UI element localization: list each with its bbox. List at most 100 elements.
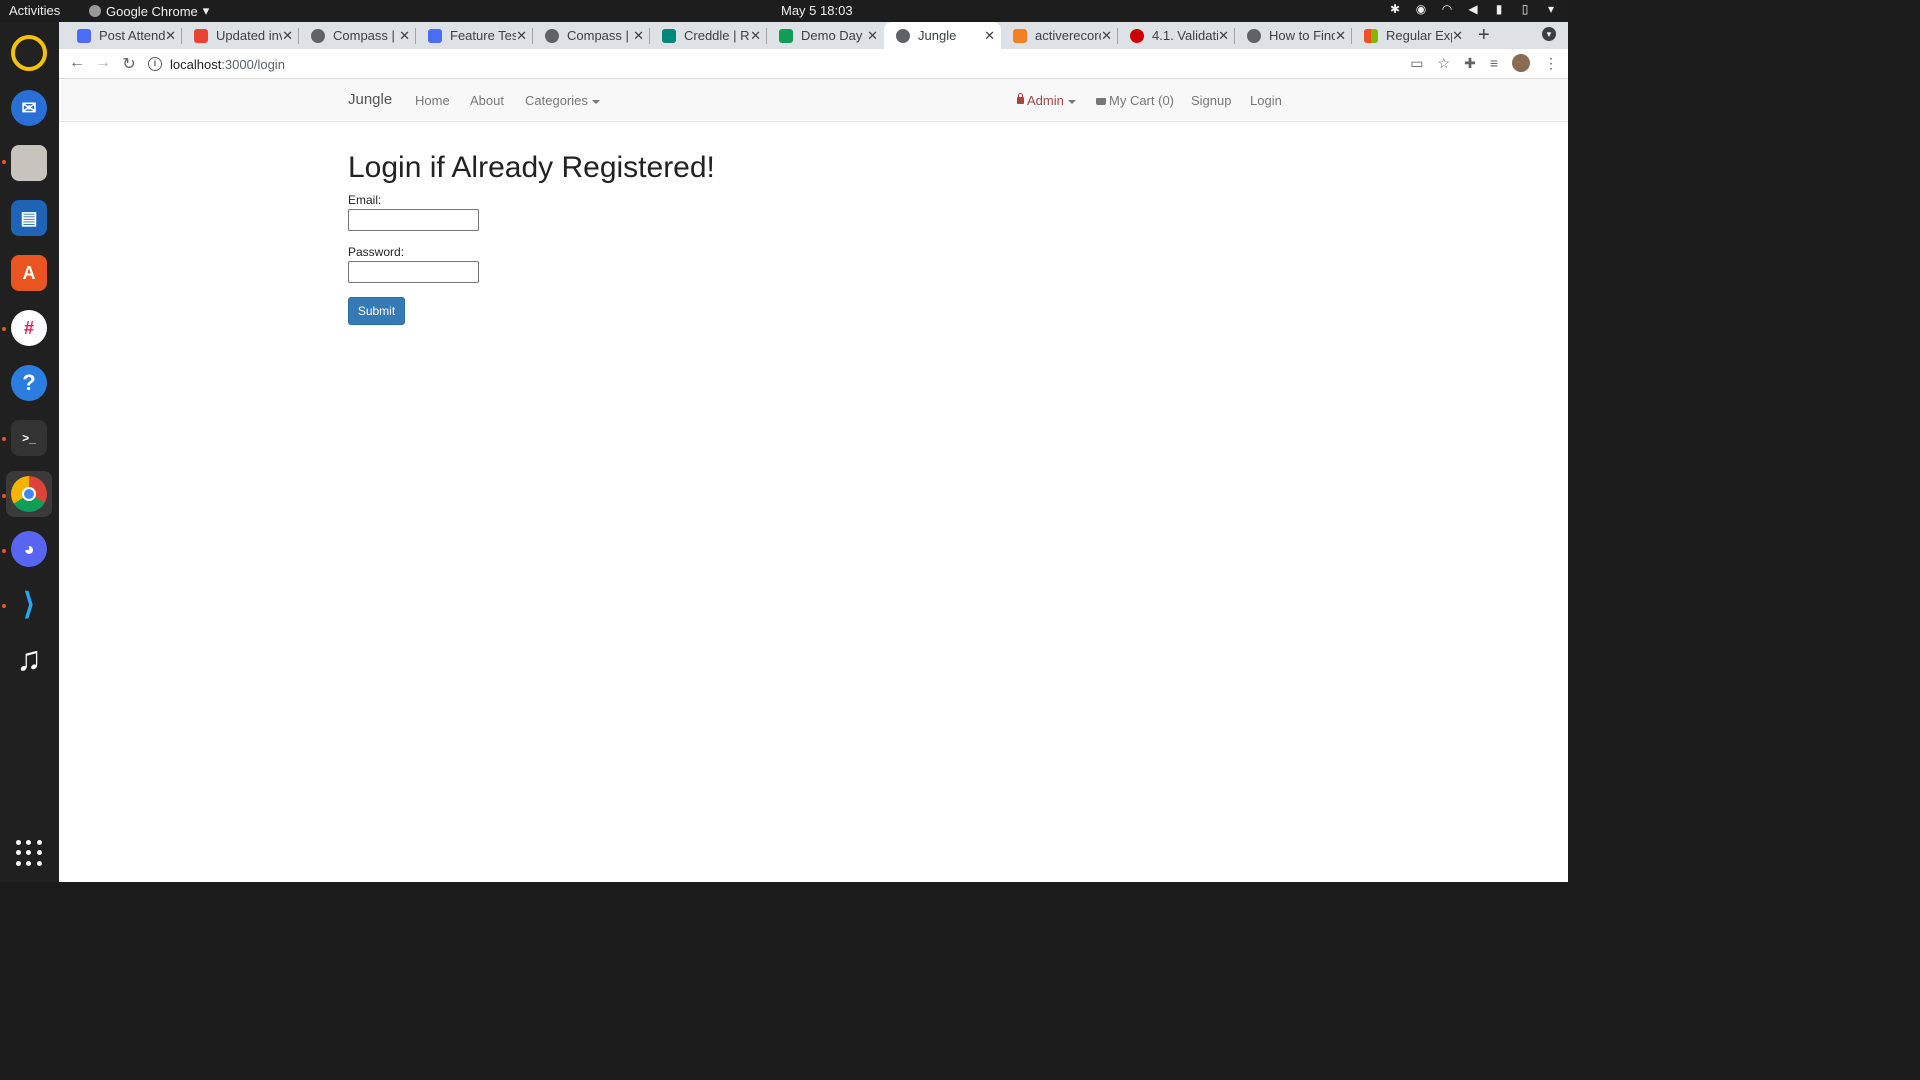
profile-avatar[interactable] bbox=[1512, 54, 1530, 72]
chrome-app-icon bbox=[89, 5, 101, 17]
tab[interactable]: activerecord ✕ bbox=[1001, 22, 1118, 49]
brand-link[interactable]: Jungle bbox=[348, 91, 392, 108]
rhythmbox-icon bbox=[11, 35, 47, 71]
wifi-icon[interactable]: ◠ bbox=[1440, 2, 1454, 16]
tab-title: Post Attendance bbox=[99, 28, 165, 43]
tab-title: Updated inv bbox=[216, 28, 282, 43]
submit-button[interactable]: Submit bbox=[348, 297, 405, 325]
discord-launcher[interactable]: ◕ bbox=[6, 526, 52, 572]
slack-tray-icon[interactable]: ✱ bbox=[1388, 2, 1402, 16]
thunderbird-launcher[interactable]: ✉ bbox=[6, 85, 52, 131]
close-icon[interactable]: ✕ bbox=[1335, 28, 1346, 44]
slack-icon: # bbox=[11, 310, 47, 346]
close-icon[interactable]: ✕ bbox=[1452, 28, 1463, 44]
media-control-icon[interactable]: ≡ bbox=[1490, 55, 1498, 71]
tab-title: Jungle bbox=[918, 28, 957, 43]
tab[interactable]: Demo Day S✕ bbox=[767, 22, 884, 49]
software-launcher[interactable]: A bbox=[6, 250, 52, 296]
nav-admin-label: Admin bbox=[1027, 93, 1064, 108]
password-field[interactable] bbox=[348, 261, 479, 283]
url-text[interactable]: localhost:3000/login bbox=[170, 57, 285, 72]
tab[interactable]: Post Attendance✕ bbox=[65, 22, 182, 49]
close-icon[interactable]: ✕ bbox=[282, 28, 293, 44]
compass-favicon-icon bbox=[311, 28, 325, 43]
close-icon[interactable]: ✕ bbox=[516, 28, 527, 44]
back-button[interactable]: ← bbox=[67, 54, 87, 72]
rhythmbox-launcher[interactable] bbox=[6, 30, 52, 76]
reload-button[interactable]: ↻ bbox=[119, 54, 139, 74]
vscode-launcher[interactable]: ⟩ bbox=[6, 581, 52, 627]
address-bar[interactable]: i localhost:3000/login bbox=[148, 52, 1448, 76]
shopping-cart-icon bbox=[1096, 98, 1106, 105]
tab[interactable]: Updated inv ✕ bbox=[182, 22, 299, 49]
close-icon[interactable]: ✕ bbox=[633, 28, 644, 44]
app-name: Google Chrome bbox=[106, 3, 198, 19]
music-launcher[interactable]: ♫ bbox=[6, 636, 52, 682]
tab[interactable]: 4.1. Validatio✕ bbox=[1118, 22, 1235, 49]
terminal-launcher[interactable]: >_ bbox=[6, 415, 52, 461]
zoom-favicon-icon bbox=[77, 28, 91, 43]
forward-button[interactable]: → bbox=[93, 54, 113, 72]
microphone-icon[interactable]: ▮ bbox=[1492, 2, 1506, 16]
close-icon[interactable]: ✕ bbox=[399, 28, 410, 44]
clock[interactable]: May 5 18:03 bbox=[781, 3, 853, 18]
globe-favicon-icon bbox=[1247, 28, 1261, 43]
close-icon[interactable]: ✕ bbox=[750, 28, 761, 44]
close-icon[interactable]: ✕ bbox=[984, 28, 995, 44]
tab[interactable]: How to Find ✕ bbox=[1235, 22, 1352, 49]
close-icon[interactable]: ✕ bbox=[1218, 28, 1229, 44]
extensions-icon[interactable]: ✚ bbox=[1464, 55, 1476, 72]
tab-strip: Post Attendance✕ Updated inv✕ Compass | … bbox=[59, 22, 1568, 49]
tab-title: Regular Exp bbox=[1386, 28, 1452, 43]
software-center-icon: A bbox=[11, 255, 47, 291]
caret-down-icon bbox=[1067, 99, 1076, 104]
nav-about[interactable]: About bbox=[470, 93, 504, 108]
chrome-launcher[interactable] bbox=[6, 471, 52, 517]
tab[interactable]: Creddle | Re ✕ bbox=[650, 22, 767, 49]
nav-cart[interactable]: My Cart (0) bbox=[1096, 93, 1174, 108]
web-page: Jungle Home About Categories Admin My Ca… bbox=[59, 79, 1568, 882]
globe-favicon-icon bbox=[896, 28, 910, 43]
chevron-down-icon[interactable]: ▾ bbox=[1544, 2, 1558, 16]
site-navbar: Jungle Home About Categories Admin My Ca… bbox=[59, 79, 1568, 122]
tab[interactable]: Compass | F✕ bbox=[299, 22, 416, 49]
site-info-icon[interactable]: i bbox=[148, 57, 162, 71]
nav-login[interactable]: Login bbox=[1250, 93, 1282, 108]
nav-signup[interactable]: Signup bbox=[1191, 93, 1231, 108]
slack-launcher[interactable]: # bbox=[6, 305, 52, 351]
nav-admin-dropdown[interactable]: Admin bbox=[1017, 93, 1076, 108]
close-icon[interactable]: ✕ bbox=[867, 28, 878, 44]
page-title: Login if Already Registered! bbox=[348, 151, 715, 184]
tab[interactable]: Regular Exp ✕ bbox=[1352, 22, 1469, 49]
tab[interactable]: Compass | J ✕ bbox=[533, 22, 650, 49]
close-icon[interactable]: ✕ bbox=[1101, 28, 1112, 44]
tab[interactable]: Feature Test ✕ bbox=[416, 22, 533, 49]
battery-icon[interactable]: ▯ bbox=[1518, 2, 1532, 16]
tab-active[interactable]: Jungle ✕ bbox=[884, 22, 1001, 49]
new-tab-button[interactable]: + bbox=[1478, 24, 1490, 47]
menu-kebab-icon[interactable]: ⋮ bbox=[1544, 55, 1558, 72]
close-icon[interactable]: ✕ bbox=[165, 28, 176, 44]
discord-icon: ◕ bbox=[11, 531, 47, 567]
files-launcher[interactable] bbox=[6, 140, 52, 186]
files-icon bbox=[11, 145, 47, 181]
volume-icon[interactable]: ◀ bbox=[1466, 2, 1480, 16]
bookmark-star-icon[interactable]: ☆ bbox=[1438, 55, 1451, 72]
writer-launcher[interactable]: ▤ bbox=[6, 195, 52, 241]
password-label: Password: bbox=[348, 245, 405, 259]
tab-title: Creddle | Re bbox=[684, 28, 750, 43]
url-host: localhost bbox=[170, 56, 222, 72]
discord-tray-icon[interactable]: ◉ bbox=[1414, 2, 1428, 16]
install-app-icon[interactable]: ▭ bbox=[1410, 55, 1423, 72]
tab-search-icon[interactable]: ▾ bbox=[1542, 27, 1556, 41]
nav-categories-dropdown[interactable]: Categories bbox=[525, 93, 600, 108]
toolbar-actions: ▭ ☆ ✚ ≡ ⋮ bbox=[1410, 54, 1558, 72]
system-tray[interactable]: ✱ ◉ ◠ ◀ ▮ ▯ ▾ bbox=[1388, 2, 1558, 16]
activities-button[interactable]: Activities bbox=[9, 3, 60, 18]
help-launcher[interactable]: ? bbox=[6, 360, 52, 406]
app-menu[interactable]: Google Chrome ▾ bbox=[89, 3, 209, 19]
nav-home[interactable]: Home bbox=[415, 93, 450, 108]
email-field[interactable] bbox=[348, 209, 479, 231]
show-applications-icon[interactable] bbox=[16, 840, 42, 866]
lock-icon bbox=[1017, 93, 1024, 104]
